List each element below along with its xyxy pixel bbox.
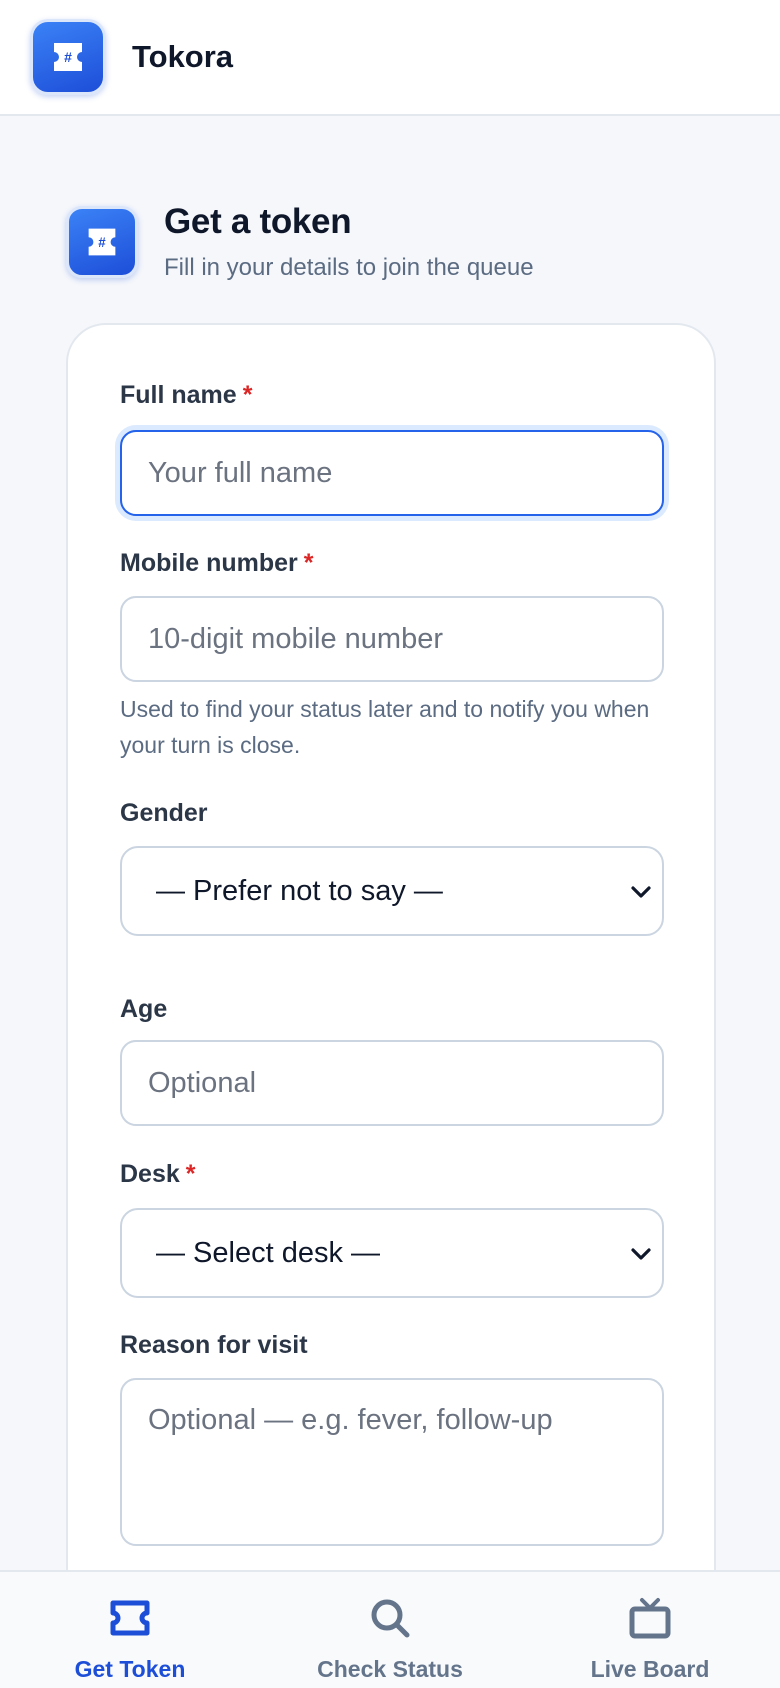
chevron-down-icon [631, 886, 651, 898]
svg-text:#: # [64, 49, 72, 65]
nav-label: Get Token [74, 1656, 186, 1682]
full-name-input[interactable] [120, 430, 664, 516]
nav-check-status[interactable]: Check Status [260, 1572, 520, 1688]
required-mark: * [185, 1160, 196, 1188]
svg-text:#: # [98, 235, 106, 250]
full-name-label: Full name * [120, 381, 253, 409]
age-label: Age [120, 995, 168, 1023]
nav-get-token[interactable]: Get Token [0, 1572, 260, 1688]
ticket-icon: # [88, 228, 116, 256]
app-name: Tokora [132, 39, 234, 74]
bottom-nav: Get Token Check Status Live Board [0, 1570, 780, 1688]
required-mark: * [242, 381, 253, 409]
app-root: # Tokora # Get a token Fill in your deta… [0, 0, 780, 1688]
top-bar: # Tokora [0, 0, 780, 116]
gender-selected-value: — Prefer not to say — [156, 874, 443, 907]
required-mark: * [303, 549, 314, 577]
reason-label: Reason for visit [120, 1331, 308, 1359]
ticket-icon: # [54, 43, 82, 71]
mobile-input[interactable] [120, 596, 664, 682]
gender-label: Gender [120, 799, 208, 827]
nav-label: Live Board [590, 1656, 710, 1682]
app-logo[interactable]: # [30, 19, 106, 95]
page-heading: # Get a token Fill in your details to jo… [66, 202, 534, 282]
reason-textarea[interactable] [120, 1378, 664, 1546]
heading-logo: # [66, 206, 138, 278]
token-form: Full name* Mobile number* Used to find y… [66, 323, 716, 1688]
age-input[interactable] [120, 1040, 664, 1126]
desk-selected-value: — Select desk — [156, 1236, 381, 1269]
chevron-down-icon [631, 1248, 651, 1260]
desk-select[interactable]: — Select desk — [120, 1208, 664, 1298]
nav-live-board[interactable]: Live Board [520, 1572, 780, 1688]
ticket-icon [110, 1600, 150, 1636]
page-title: Get a token [164, 202, 352, 241]
search-icon [371, 1599, 410, 1638]
mobile-help-text: Used to find your status later and to no… [120, 696, 650, 758]
desk-label: Desk * [120, 1160, 196, 1188]
page-subtitle: Fill in your details to join the queue [164, 254, 534, 281]
mobile-label: Mobile number * [120, 549, 314, 577]
tv-icon [629, 1598, 671, 1639]
nav-label: Check Status [317, 1656, 463, 1682]
gender-select[interactable]: — Prefer not to say — [120, 846, 664, 936]
